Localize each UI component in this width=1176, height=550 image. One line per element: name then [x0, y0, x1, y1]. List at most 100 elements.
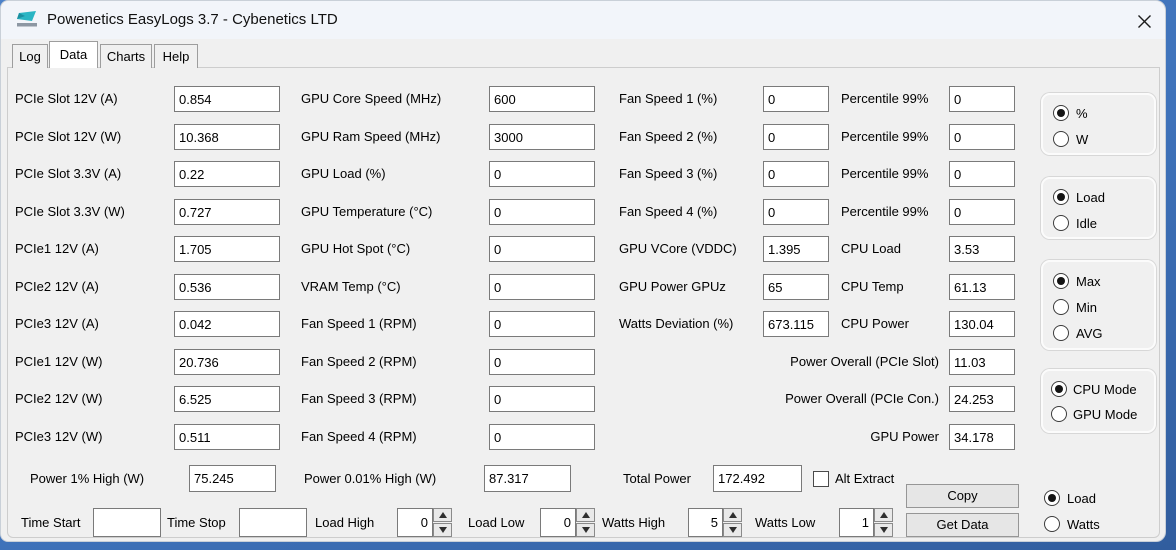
- gpu-temperature-label: GPU Temperature (°C): [301, 199, 432, 225]
- fan-speed-3-rpm-field[interactable]: [489, 386, 595, 412]
- gpu-power-field[interactable]: [949, 424, 1015, 450]
- radio-cpu-mode-label: CPU Mode: [1073, 381, 1137, 398]
- time-start-field[interactable]: [93, 508, 161, 537]
- watts-high-label: Watts High: [602, 508, 665, 537]
- gpu-vcore-field[interactable]: [763, 236, 829, 262]
- watts-high-spinner-input[interactable]: [688, 508, 723, 537]
- radio-w[interactable]: [1053, 131, 1069, 147]
- close-icon: [1137, 14, 1152, 29]
- fan-speed-4-pct-field[interactable]: [763, 199, 829, 225]
- gpu-load-field[interactable]: [489, 161, 595, 187]
- cpu-temp-field[interactable]: [949, 274, 1015, 300]
- pcie-slot-12v-a-field[interactable]: [174, 86, 280, 112]
- radio-idle[interactable]: [1053, 215, 1069, 231]
- close-button[interactable]: [1131, 8, 1157, 34]
- pcie3-12v-w-field[interactable]: [174, 424, 280, 450]
- gpu-temperature-field[interactable]: [489, 199, 595, 225]
- time-stop-field[interactable]: [239, 508, 307, 537]
- power-overall-pcie-slot-field[interactable]: [949, 349, 1015, 375]
- fan-speed-1-pct-field[interactable]: [763, 86, 829, 112]
- radio-display-watts-label: Watts: [1067, 516, 1100, 533]
- pcie2-12v-w-label: PCIe2 12V (W): [15, 386, 102, 412]
- watts-high-spin-up-button[interactable]: [723, 508, 742, 522]
- fan-speed-1-rpm-field[interactable]: [489, 311, 595, 337]
- copy-button[interactable]: Copy: [906, 484, 1019, 508]
- percentile-99-4-label: Percentile 99%: [841, 199, 928, 225]
- gpu-core-speed-field[interactable]: [489, 86, 595, 112]
- percentile-99-1-label: Percentile 99%: [841, 86, 928, 112]
- pcie-slot-12v-w-field[interactable]: [174, 124, 280, 150]
- load-high-spinner-input[interactable]: [397, 508, 433, 537]
- load-low-spin-up-button[interactable]: [576, 508, 595, 522]
- fan-speed-4-rpm-field[interactable]: [489, 424, 595, 450]
- power-overall-pcie-con-field[interactable]: [949, 386, 1015, 412]
- tab-help[interactable]: Help: [154, 44, 198, 68]
- radio-display-watts[interactable]: [1044, 516, 1060, 532]
- gpu-power-gpuz-field[interactable]: [763, 274, 829, 300]
- total-power-field[interactable]: [713, 465, 802, 492]
- window-title: Powenetics EasyLogs 3.7 - Cybenetics LTD: [47, 1, 338, 39]
- tab-log[interactable]: Log: [12, 44, 48, 68]
- watts-low-spin-down-button[interactable]: [874, 523, 893, 537]
- load-high-spinner: [433, 508, 452, 537]
- percentile-99-2-field[interactable]: [949, 124, 1015, 150]
- radio-min[interactable]: [1053, 299, 1069, 315]
- radio-gpu-mode[interactable]: [1051, 406, 1067, 422]
- get-data-button[interactable]: Get Data: [906, 513, 1019, 537]
- tab-charts[interactable]: Charts: [100, 44, 152, 68]
- pcie3-12v-a-field[interactable]: [174, 311, 280, 337]
- gpu-ram-speed-field[interactable]: [489, 124, 595, 150]
- fan-speed-2-pct-field[interactable]: [763, 124, 829, 150]
- load-low-spinner: [576, 508, 595, 537]
- app-window: Powenetics EasyLogs 3.7 - Cybenetics LTD…: [0, 0, 1166, 542]
- pcie2-12v-a-field[interactable]: [174, 274, 280, 300]
- load-high-spin-down-button[interactable]: [433, 523, 452, 537]
- fan-speed-3-pct-field[interactable]: [763, 161, 829, 187]
- pcie1-12v-w-field[interactable]: [174, 349, 280, 375]
- vram-temp-field[interactable]: [489, 274, 595, 300]
- watts-high-spin-down-button[interactable]: [723, 523, 742, 537]
- load-low-spin-down-button[interactable]: [576, 523, 595, 537]
- watts-low-spin-up-button[interactable]: [874, 508, 893, 522]
- total-power-label: Total Power: [623, 465, 691, 492]
- fan-speed-2-pct-label: Fan Speed 2 (%): [619, 124, 717, 150]
- radio-min-label: Min: [1076, 299, 1097, 316]
- radio-avg[interactable]: [1053, 325, 1069, 341]
- watts-low-spinner-input[interactable]: [839, 508, 874, 537]
- cpu-load-field[interactable]: [949, 236, 1015, 262]
- percentile-99-3-field[interactable]: [949, 161, 1015, 187]
- radio-percent[interactable]: [1053, 105, 1069, 121]
- gpu-hot-spot-field[interactable]: [489, 236, 595, 262]
- pcie2-12v-w-field[interactable]: [174, 386, 280, 412]
- percentile-99-2-label: Percentile 99%: [841, 124, 928, 150]
- power-001pct-high-label: Power 0.01% High (W): [304, 465, 436, 492]
- load-low-spinner-input[interactable]: [540, 508, 576, 537]
- pcie-slot-3v3-w-field[interactable]: [174, 199, 280, 225]
- watts-deviation-field[interactable]: [763, 311, 829, 337]
- power-001pct-high-field[interactable]: [484, 465, 571, 492]
- radio-display-load[interactable]: [1044, 490, 1060, 506]
- fan-speed-2-rpm-field[interactable]: [489, 349, 595, 375]
- watts-deviation-label: Watts Deviation (%): [619, 311, 733, 337]
- pcie-slot-3v3-a-field[interactable]: [174, 161, 280, 187]
- spin-up-icon: [880, 512, 888, 518]
- radio-gpu-mode-label: GPU Mode: [1073, 406, 1137, 423]
- percentile-99-4-field[interactable]: [949, 199, 1015, 225]
- radio-cpu-mode[interactable]: [1051, 381, 1067, 397]
- load-high-spin-up-button[interactable]: [433, 508, 452, 522]
- pcie1-12v-a-field[interactable]: [174, 236, 280, 262]
- radio-w-label: W: [1076, 131, 1088, 148]
- cpu-power-field[interactable]: [949, 311, 1015, 337]
- power-1pct-high-field[interactable]: [189, 465, 276, 492]
- radio-max[interactable]: [1053, 273, 1069, 289]
- alt-extract-checkbox[interactable]: [813, 471, 829, 487]
- gpu-ram-speed-label: GPU Ram Speed (MHz): [301, 124, 440, 150]
- tab-data[interactable]: Data: [49, 41, 98, 68]
- watts-low-spinner: [874, 508, 893, 537]
- percentile-99-1-field[interactable]: [949, 86, 1015, 112]
- radio-load[interactable]: [1053, 189, 1069, 205]
- load-low-label: Load Low: [468, 508, 524, 537]
- fan-speed-2-rpm-label: Fan Speed 2 (RPM): [301, 349, 417, 375]
- pcie1-12v-a-label: PCIe1 12V (A): [15, 236, 99, 262]
- spin-down-icon: [729, 527, 737, 533]
